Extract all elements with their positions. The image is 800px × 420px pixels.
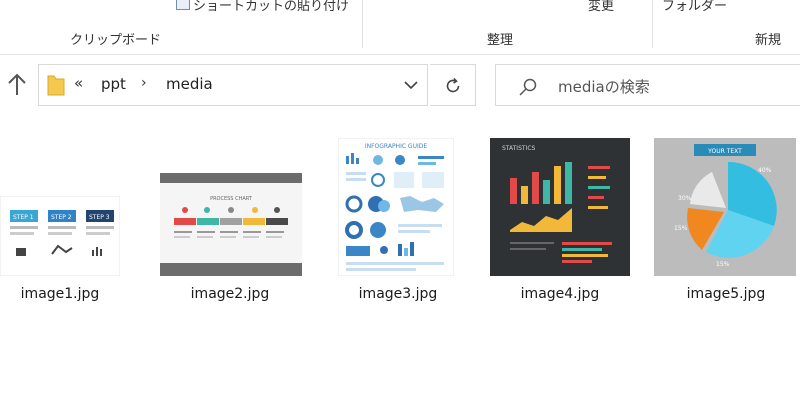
image2-thumbnail: PROCESS CHART — [160, 173, 302, 276]
file-name[interactable]: image4.jpg — [480, 286, 640, 302]
file-item[interactable]: PROCESS CHART image2.jpg — [150, 130, 310, 310]
svg-text:15%: 15% — [674, 225, 688, 232]
svg-text:40%: 40% — [758, 167, 772, 174]
file-item[interactable]: STATISTICS image4.jpg — [480, 130, 640, 310]
image5-thumbnail: YOUR TEXT 40% 30% 15% 15% — [654, 138, 796, 276]
refresh-button[interactable] — [430, 64, 476, 106]
svg-text:STATISTICS: STATISTICS — [502, 145, 536, 152]
paste-shortcut-icon[interactable] — [176, 0, 190, 10]
file-name[interactable]: image1.jpg — [0, 286, 140, 302]
file-item[interactable]: YOUR TEXT 40% 30% 15% 15% image5.jpg — [646, 130, 800, 310]
file-item[interactable]: STEP 1 STEP 2 STEP 3 image1.jpg — [0, 130, 140, 310]
up-arrow-icon[interactable] — [6, 72, 28, 98]
file-item[interactable]: INFOGRAPHIC GUIDE image3.jpg — [318, 130, 478, 310]
ribbon-divider — [652, 0, 653, 48]
overflow-chevron-icon[interactable]: « — [74, 74, 83, 92]
svg-text:PROCESS CHART: PROCESS CHART — [210, 196, 253, 202]
svg-text:30%: 30% — [678, 195, 692, 202]
svg-text:STEP 3: STEP 3 — [89, 214, 110, 221]
paste-shortcut-button[interactable]: ショートカットの貼り付け — [193, 0, 349, 14]
image1-thumbnail: STEP 1 STEP 2 STEP 3 — [0, 196, 120, 276]
file-name[interactable]: image3.jpg — [318, 286, 478, 302]
svg-text:YOUR TEXT: YOUR TEXT — [707, 148, 742, 155]
new-folder-button[interactable]: フォルダー — [662, 0, 727, 14]
image4-thumbnail: STATISTICS — [490, 138, 630, 276]
search-input[interactable]: mediaの検索 — [558, 76, 650, 97]
organize-group-label: 整理 — [487, 33, 514, 48]
rename-button[interactable]: 変更 — [588, 0, 614, 14]
breadcrumb-media[interactable]: media — [166, 75, 213, 93]
image3-thumbnail: INFOGRAPHIC GUIDE — [338, 138, 454, 276]
file-name[interactable]: image5.jpg — [646, 286, 800, 302]
chevron-down-icon[interactable] — [403, 77, 419, 93]
new-group-label: 新規 — [755, 33, 782, 48]
search-box[interactable]: mediaの検索 — [495, 64, 800, 106]
refresh-icon — [446, 77, 460, 93]
svg-text:INFOGRAPHIC GUIDE: INFOGRAPHIC GUIDE — [365, 143, 428, 150]
search-icon — [519, 78, 537, 96]
address-bar[interactable]: « ppt › media — [38, 64, 428, 106]
ribbon: ショートカットの貼り付け 変更 フォルダー クリップボード 整理 新規 — [0, 0, 800, 55]
file-name[interactable]: image2.jpg — [150, 286, 310, 302]
folder-icon — [47, 75, 65, 96]
svg-text:STEP 2: STEP 2 — [51, 214, 72, 221]
clipboard-group-label: クリップボード — [70, 33, 162, 48]
breadcrumb-separator-icon[interactable]: › — [141, 75, 147, 91]
breadcrumb-ppt[interactable]: ppt — [101, 75, 126, 93]
ribbon-divider — [362, 0, 363, 48]
svg-text:15%: 15% — [716, 261, 730, 268]
svg-text:STEP 1: STEP 1 — [13, 214, 34, 221]
